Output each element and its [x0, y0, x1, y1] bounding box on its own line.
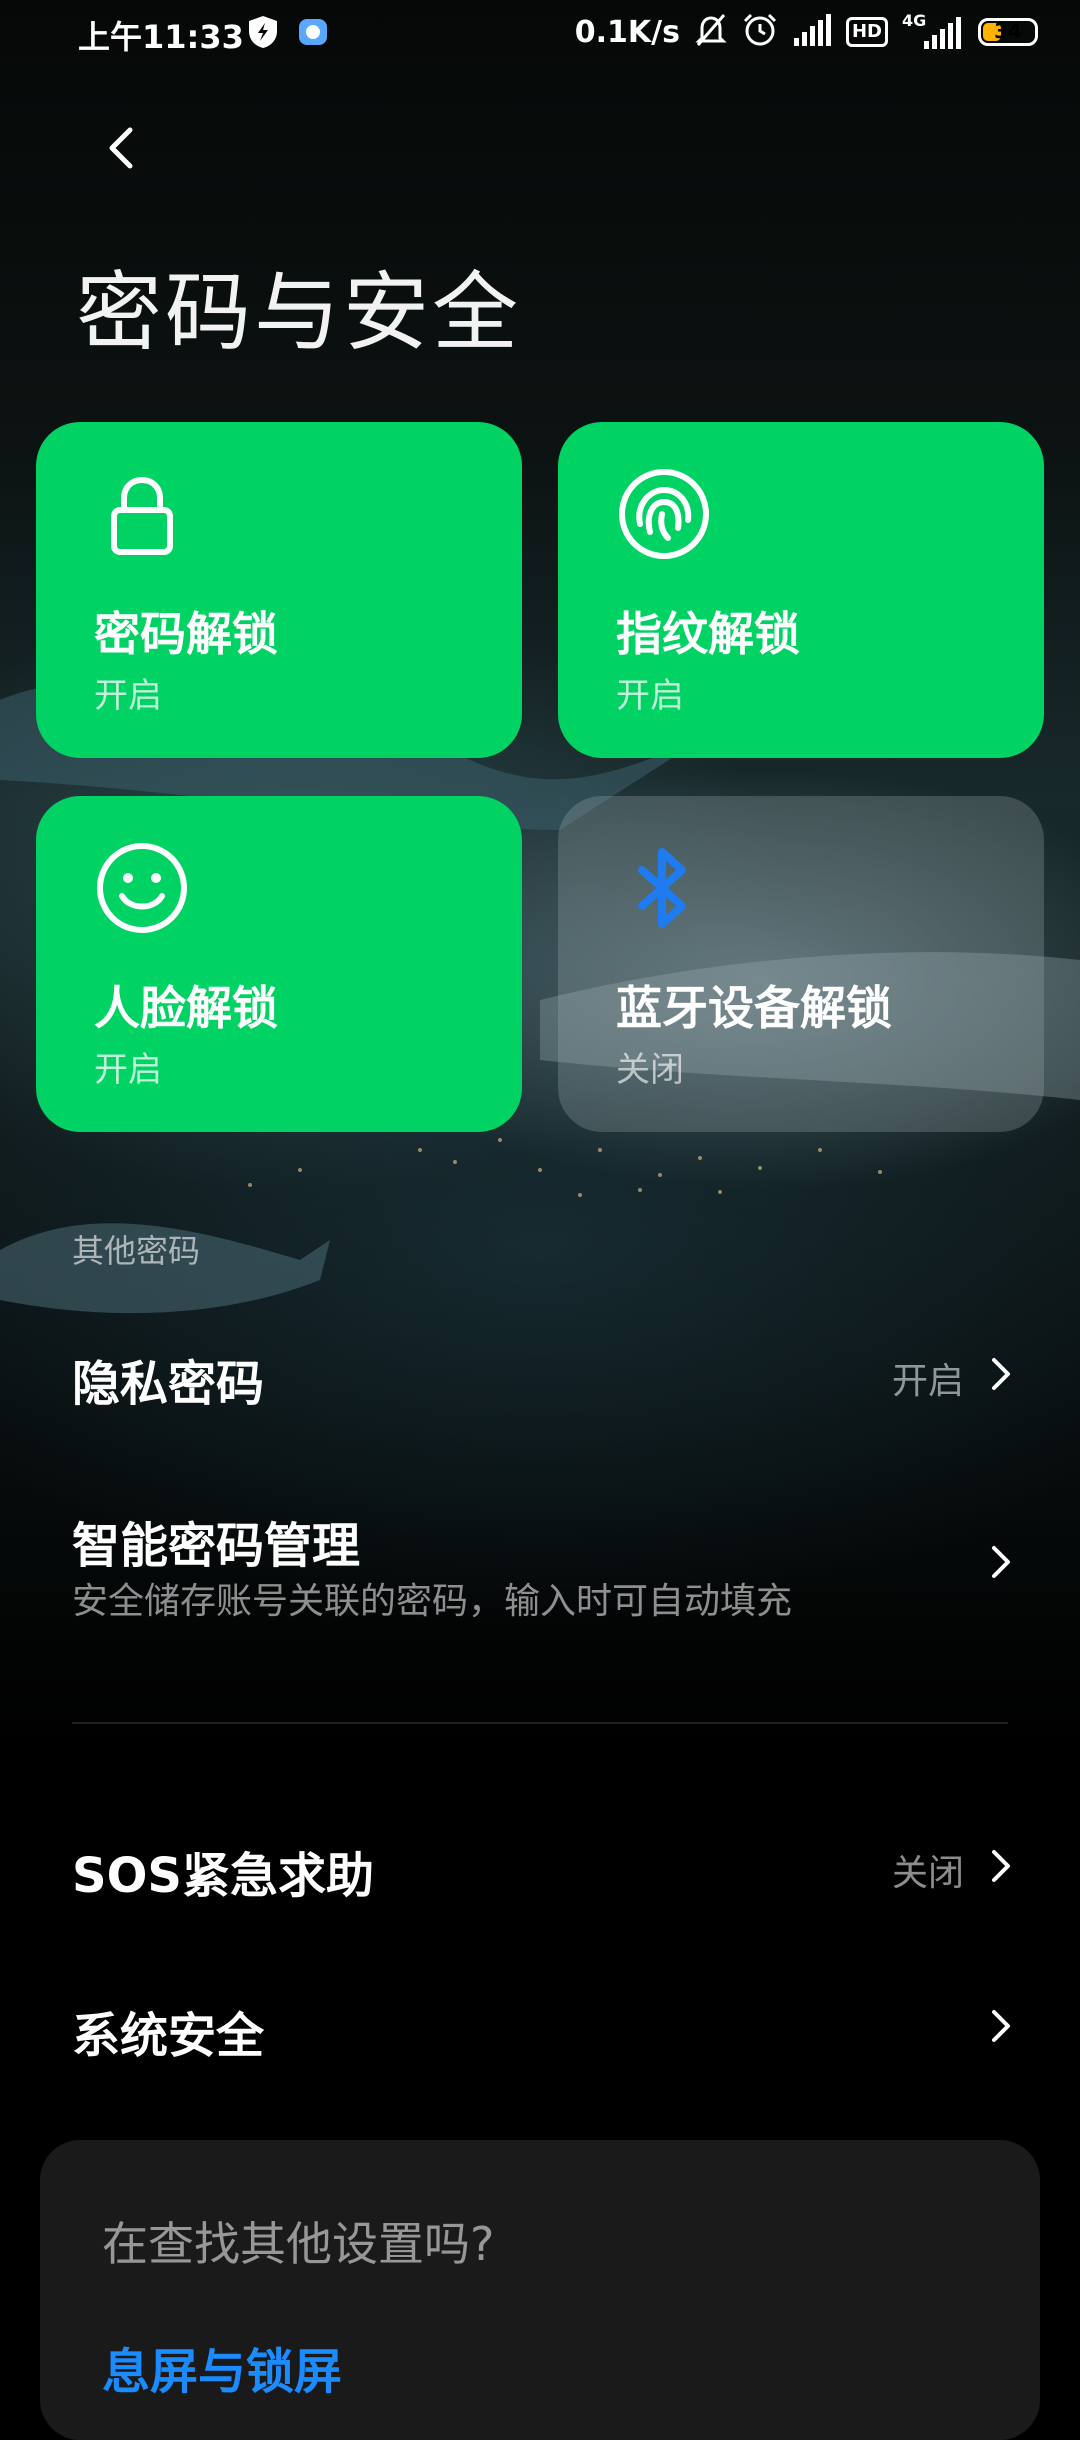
- battery-icon: 34: [978, 18, 1038, 46]
- tile-status: 关闭: [616, 1050, 684, 1090]
- page-title: 密码与安全: [76, 263, 521, 363]
- tile-status: 开启: [616, 676, 684, 716]
- status-bar: 上午11:33 0.1K/s HD 4G 34: [0, 0, 1080, 70]
- smiley-face-icon: [94, 840, 190, 936]
- row-smart-password-manager[interactable]: 智能密码管理 安全储存账号关联的密码，输入时可自动填充: [0, 1480, 1080, 1640]
- chevron-right-icon: [992, 1358, 1010, 1390]
- suggestion-card: 在查找其他设置吗? 息屏与锁屏: [40, 2140, 1040, 2440]
- row-title: 隐私密码: [72, 1356, 265, 1412]
- fingerprint-icon: [616, 466, 712, 562]
- signal-4g-icon: 4G: [902, 11, 964, 49]
- bluetooth-icon: [616, 840, 712, 936]
- chevron-right-icon: [992, 1850, 1010, 1882]
- signal-icon: [792, 14, 832, 50]
- section-header-other-passwords: 其他密码: [72, 1232, 201, 1270]
- chevron-right-icon: [992, 2010, 1010, 2042]
- tile-bluetooth-unlock[interactable]: 蓝牙设备解锁 关闭: [558, 796, 1044, 1132]
- tile-status: 开启: [94, 676, 162, 716]
- row-privacy-password[interactable]: 隐私密码 开启: [0, 1320, 1080, 1430]
- back-button[interactable]: [92, 112, 152, 182]
- tile-label: 指纹解锁: [616, 607, 800, 661]
- shield-bolt-icon: [246, 14, 280, 54]
- chevron-left-icon: [109, 127, 133, 169]
- tile-label: 人脸解锁: [94, 981, 278, 1035]
- tile-status: 开启: [94, 1050, 162, 1090]
- suggestion-title: 在查找其他设置吗?: [102, 2217, 495, 2271]
- tile-password-unlock[interactable]: 密码解锁 开启: [36, 422, 522, 758]
- tile-label: 蓝牙设备解锁: [616, 981, 892, 1035]
- row-title: SOS紧急求助: [72, 1848, 374, 1904]
- lock-icon: [94, 466, 190, 562]
- row-description: 安全储存账号关联的密码，输入时可自动填充: [72, 1581, 793, 1622]
- row-value: 关闭: [891, 1853, 964, 1894]
- battery-level: 34: [994, 19, 1022, 43]
- tile-fingerprint-unlock[interactable]: 指纹解锁 开启: [558, 422, 1044, 758]
- suggestion-link-lockscreen[interactable]: 息屏与锁屏: [102, 2332, 342, 2402]
- row-value: 开启: [891, 1361, 964, 1402]
- app-notification-icon: [296, 14, 330, 54]
- row-title: 系统安全: [72, 2008, 265, 2064]
- tile-label: 密码解锁: [94, 607, 278, 661]
- bell-mute-icon: [694, 12, 728, 52]
- row-title: 智能密码管理: [72, 1518, 361, 1574]
- row-system-security[interactable]: 系统安全: [0, 1970, 1080, 2080]
- alarm-clock-icon: [742, 12, 778, 52]
- network-speed: 0.1K/s: [574, 14, 680, 50]
- row-sos-emergency[interactable]: SOS紧急求助 关闭: [0, 1810, 1080, 1920]
- divider: [72, 1722, 1008, 1724]
- hd-icon: HD: [845, 17, 888, 47]
- chevron-right-icon: [992, 1546, 1010, 1578]
- status-time: 上午11:33: [78, 18, 244, 56]
- tile-face-unlock[interactable]: 人脸解锁 开启: [36, 796, 522, 1132]
